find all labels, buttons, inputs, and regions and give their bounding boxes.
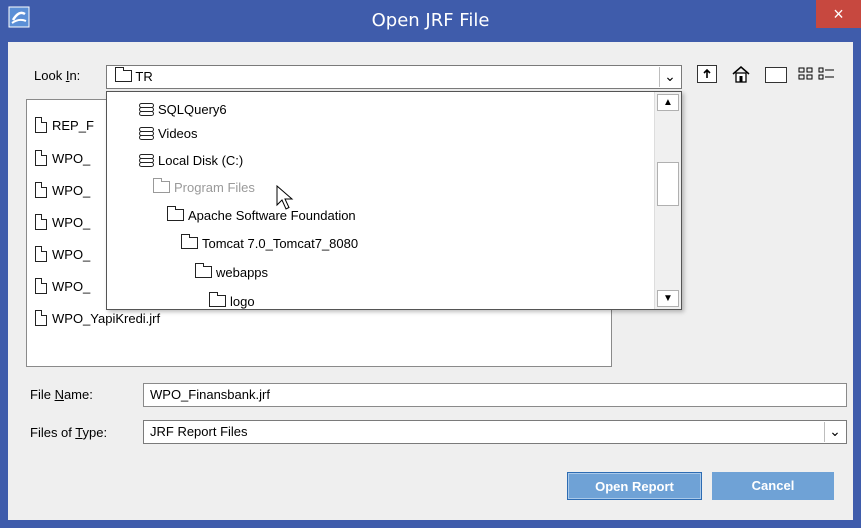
list-item[interactable]: WPO_ [35,213,90,233]
list-view-icon[interactable] [798,65,818,83]
scroll-thumb[interactable] [657,162,679,206]
drive-icon [139,103,154,116]
open-report-button[interactable]: Open Report [567,472,702,500]
file-icon [35,182,47,198]
file-name-input[interactable]: WPO_Finansbank.jrf [143,383,847,407]
drive-icon [139,127,154,140]
dropdown-item-logo[interactable]: logo [209,290,255,309]
dropdown-item-apache[interactable]: Apache Software Foundation [167,204,356,228]
folder-icon [167,206,184,221]
folder-icon [195,263,212,278]
file-name-label: File Name: [30,387,93,402]
home-icon[interactable] [731,65,751,83]
title-bar[interactable]: Open JRF File × [0,0,861,42]
file-icon [35,246,47,262]
file-icon [35,214,47,230]
files-of-type-label: Files of Type: [30,425,108,440]
scroll-down-button[interactable]: ▼ [657,290,679,307]
mouse-cursor-icon [276,185,294,210]
file-icon [35,117,47,133]
open-jrf-dialog: Open JRF File × Look In: TR ⌄ REP_F WPO_… [0,0,861,528]
list-item[interactable]: WPO_ [35,181,90,201]
chevron-down-icon[interactable]: ⌄ [824,422,845,442]
up-folder-icon[interactable] [697,65,717,83]
look-in-dropdown[interactable]: SQLQuery6 Videos Local Disk (C:) Program… [106,91,682,310]
files-of-type-value: JRF Report Files [150,424,248,439]
look-in-value: TR [135,69,153,84]
folder-icon [209,292,226,307]
cancel-button[interactable]: Cancel [712,472,834,500]
list-item[interactable]: WPO_ [35,149,90,169]
window-title: Open JRF File [371,10,490,31]
folder-icon [115,67,132,82]
list-item[interactable]: WPO_ [35,277,90,297]
close-button[interactable]: × [816,0,861,28]
file-icon [35,278,47,294]
dropdown-item-local-disk[interactable]: Local Disk (C:) [139,149,243,173]
folder-icon [181,234,198,249]
look-in-combo[interactable]: TR ⌄ [106,65,682,89]
file-icon [35,150,47,166]
chevron-down-icon[interactable]: ⌄ [659,67,680,87]
chevron-down-icon: ▼ [663,293,673,304]
list-item[interactable]: REP_F [35,116,94,136]
drive-icon [139,154,154,167]
files-of-type-select[interactable]: JRF Report Files ⌄ [143,420,847,444]
list-item[interactable]: WPO_YapiKredi.jrf [35,309,160,329]
file-icon [35,310,47,326]
dropdown-item-program-files[interactable]: Program Files [153,176,255,200]
look-in-label: Look In: [34,68,81,83]
dropdown-item-tomcat[interactable]: Tomcat 7.0_Tomcat7_8080 [181,232,358,256]
new-folder-icon[interactable] [765,67,787,83]
dropdown-item-sqlquery6[interactable]: SQLQuery6 [139,98,227,122]
list-item[interactable]: WPO_ [35,245,90,265]
scroll-up-button[interactable]: ▲ [657,94,679,111]
folder-icon [153,178,170,193]
dropdown-scrollbar[interactable]: ▲ ▼ [654,92,681,309]
details-view-icon[interactable] [818,65,838,83]
chevron-up-icon: ▲ [663,97,673,108]
dropdown-item-webapps[interactable]: webapps [195,261,268,285]
dropdown-item-videos[interactable]: Videos [139,122,198,146]
